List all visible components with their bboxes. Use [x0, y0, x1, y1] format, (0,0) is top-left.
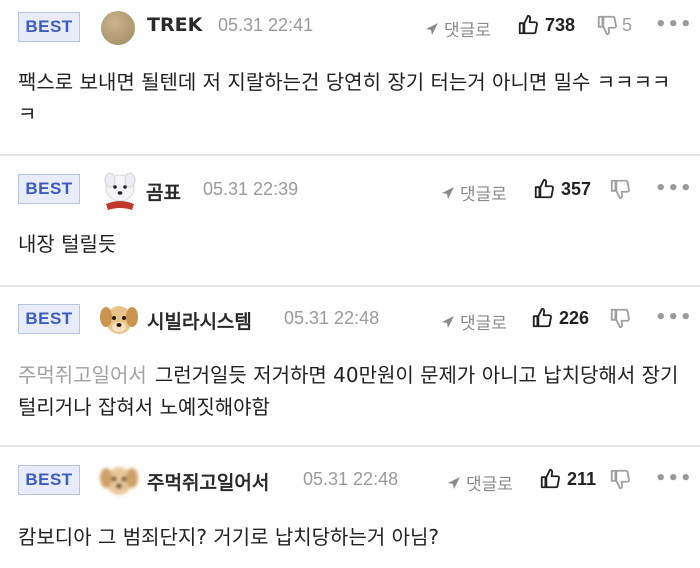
best-badge: BEST — [18, 465, 80, 495]
comment-item: BEST 주먹쥐고일어서 05.31 22:48 댓글로 211 ••• 캄보디… — [0, 447, 700, 568]
puppy-avatar[interactable] — [97, 297, 141, 341]
thumbs-down-icon — [610, 308, 630, 329]
comment-item: BEST 시빌라시스템 05.31 22:48 댓글로 226 ••• 주먹쥐고… — [0, 287, 700, 447]
comment-date: 05.31 22:48 — [284, 308, 380, 328]
dislike-button[interactable]: 5 — [596, 14, 632, 36]
comment-header: BEST 시빌라시스템 05.31 22:48 댓글로 226 ••• — [0, 287, 700, 339]
best-badge: BEST — [18, 174, 80, 204]
comment-text: 주먹쥐고일어서 그런거일듯 저거하면 40만원이 문제가 아니고 납치당해서 장기… — [18, 359, 682, 423]
like-button[interactable]: 738 — [517, 14, 575, 36]
reply-button[interactable]: 댓글로 — [440, 309, 507, 334]
comment-text: 캄보디아 그 범죄단지? 거기로 납치당하는거 아님? — [18, 521, 682, 553]
like-button[interactable]: 211 — [539, 468, 596, 490]
mention-nickname[interactable]: 주먹쥐고일어서 — [18, 363, 147, 387]
comment-item: BEST 곰표 05.31 22:39 댓글로 357 ••• 내장 털릴듯 — [0, 156, 700, 287]
more-options-button[interactable]: ••• — [655, 307, 693, 328]
comment-date: 05.31 22:48 — [303, 469, 399, 489]
reply-arrow-icon — [442, 315, 454, 328]
nickname[interactable]: 시빌라시스템 — [147, 307, 252, 334]
like-count: 357 — [561, 178, 592, 199]
like-button[interactable]: 357 — [533, 178, 591, 200]
comment-body: 내장 털릴듯 — [18, 232, 117, 256]
thumbs-up-icon — [532, 307, 552, 328]
comment-header: BEST 주먹쥐고일어서 05.31 22:48 댓글로 211 ••• — [0, 447, 700, 499]
dislike-button[interactable] — [609, 468, 635, 490]
comment-item: BEST TREK 05.31 22:41 댓글로 738 5 ••• 팩스로 … — [0, 0, 700, 156]
more-options-button[interactable]: ••• — [655, 468, 693, 489]
blurred-puppy-icon — [100, 467, 138, 495]
thumbs-up-icon — [540, 468, 560, 489]
reply-button[interactable]: 댓글로 — [446, 470, 513, 495]
comment-text: 내장 털릴듯 — [18, 228, 682, 260]
comment-date: 05.31 22:41 — [218, 15, 314, 35]
blurred-puppy-avatar[interactable] — [97, 458, 141, 502]
thumbs-down-icon — [610, 179, 630, 200]
thumbs-down-icon — [610, 469, 630, 490]
best-badge: BEST — [18, 304, 80, 334]
brown-circle-avatar[interactable] — [101, 11, 135, 45]
comment-header: BEST TREK 05.31 22:41 댓글로 738 5 ••• — [0, 0, 700, 52]
like-count: 738 — [545, 14, 576, 35]
more-options-button[interactable]: ••• — [655, 178, 693, 199]
reply-label: 댓글로 — [460, 185, 507, 205]
white-dog-icon — [104, 172, 136, 210]
comment-body: 캄보디아 그 범죄단지? 거기로 납치당하는거 아님? — [18, 525, 440, 549]
comment-text: 팩스로 보내면 될텐데 저 지랄하는건 당연히 장기 터는거 아니면 밀수 ㅋㅋ… — [18, 66, 682, 130]
reply-label: 댓글로 — [460, 314, 507, 334]
reply-arrow-icon — [442, 186, 454, 199]
like-count: 211 — [567, 468, 597, 489]
dislike-button[interactable] — [609, 307, 635, 329]
reply-arrow-icon — [448, 476, 460, 489]
comment-body: 팩스로 보내면 될텐데 저 지랄하는건 당연히 장기 터는거 아니면 밀수 ㅋㅋ… — [18, 70, 671, 126]
reply-arrow-icon — [426, 22, 438, 35]
reply-button[interactable]: 댓글로 — [440, 180, 507, 205]
white-dog-avatar[interactable] — [98, 168, 142, 212]
like-count: 226 — [559, 307, 590, 328]
dislike-button[interactable] — [609, 178, 635, 200]
thumbs-down-icon — [597, 15, 617, 36]
dislike-count: 5 — [622, 14, 633, 35]
nickname[interactable]: 주먹쥐고일어서 — [147, 468, 269, 495]
like-button[interactable]: 226 — [531, 307, 589, 329]
reply-label: 댓글로 — [444, 21, 491, 41]
puppy-icon — [100, 306, 138, 334]
best-badge: BEST — [18, 12, 80, 42]
nickname[interactable]: TREK — [147, 14, 202, 36]
comment-header: BEST 곰표 05.31 22:39 댓글로 357 ••• — [0, 156, 700, 210]
reply-label: 댓글로 — [466, 475, 513, 495]
more-options-button[interactable]: ••• — [655, 14, 693, 35]
thumbs-up-icon — [518, 14, 538, 35]
comment-date: 05.31 22:39 — [203, 179, 299, 199]
thumbs-up-icon — [534, 178, 554, 199]
reply-button[interactable]: 댓글로 — [424, 16, 491, 41]
nickname[interactable]: 곰표 — [146, 178, 181, 205]
